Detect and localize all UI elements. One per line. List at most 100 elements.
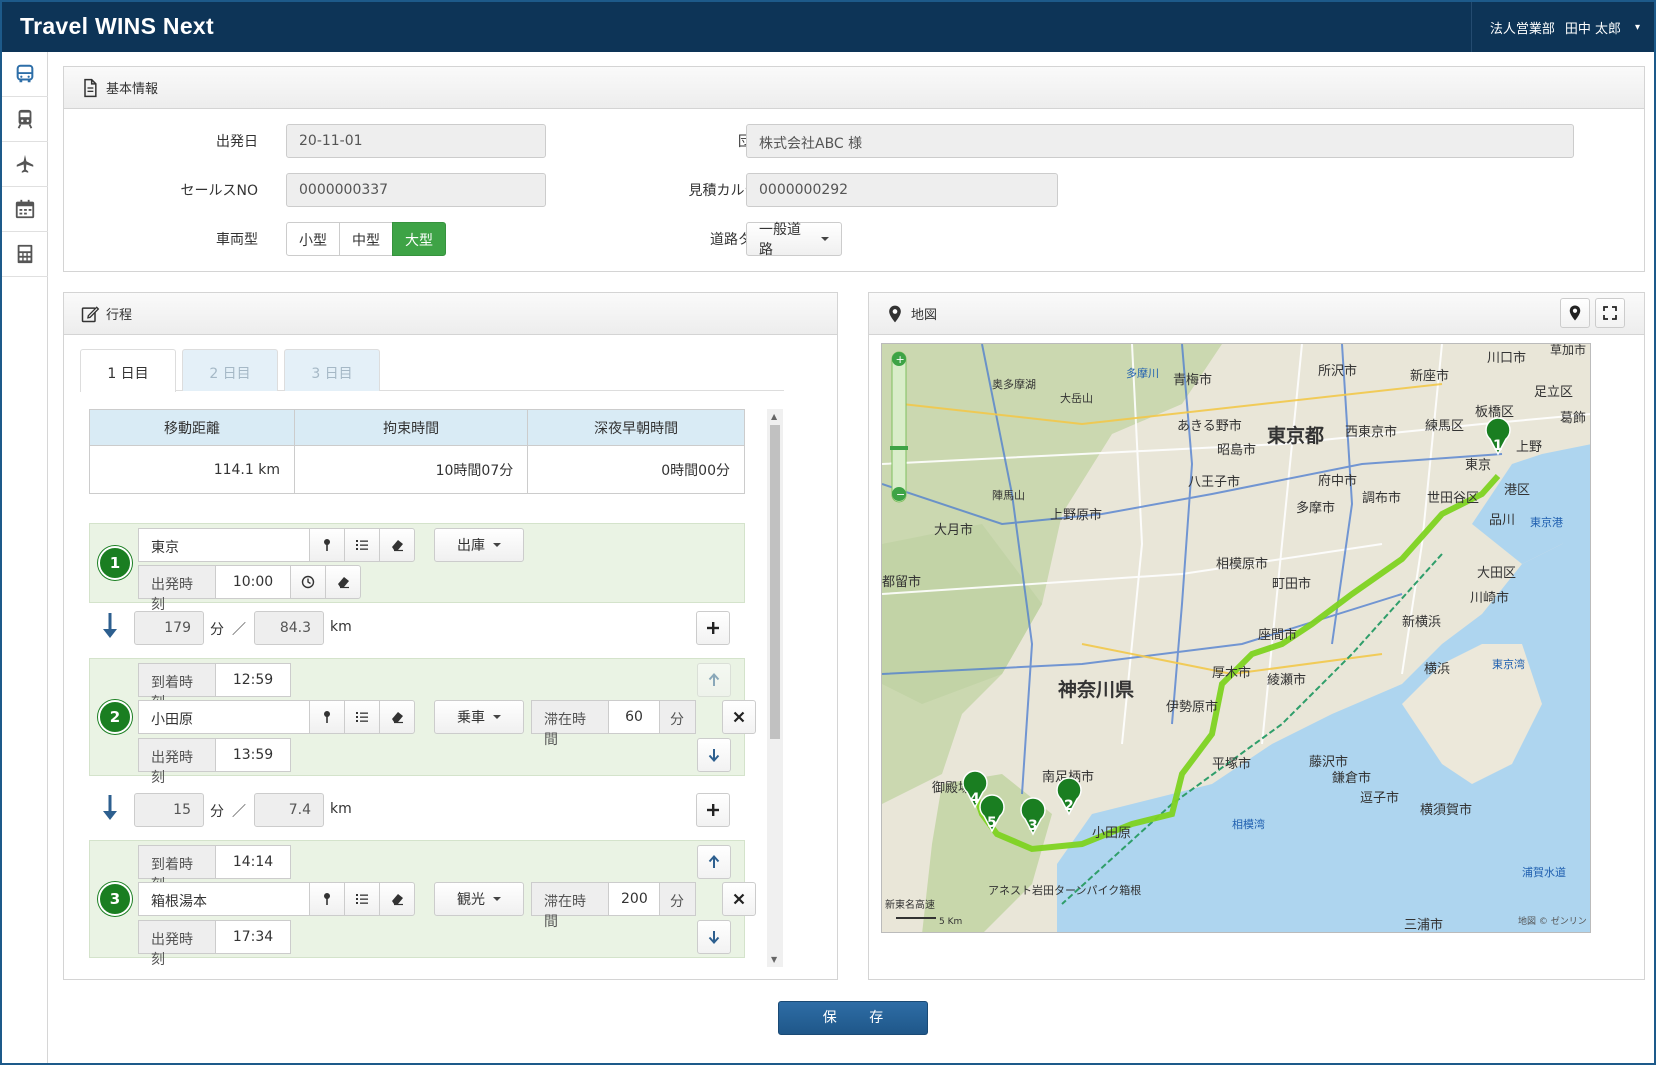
- pin-button[interactable]: [309, 700, 345, 734]
- separator: ／: [232, 804, 246, 820]
- map-label: 鎌倉市: [1332, 770, 1371, 786]
- scrollbar-thumb[interactable]: [770, 425, 780, 739]
- eraser-icon: [338, 577, 349, 589]
- list-icon: [356, 712, 368, 722]
- fullscreen-button[interactable]: [1595, 298, 1625, 328]
- tab-day-3[interactable]: 3 日目: [284, 349, 380, 391]
- bus-icon: [16, 64, 34, 83]
- arrival-time-input[interactable]: 12:59: [215, 663, 291, 697]
- move-down-button[interactable]: [697, 738, 731, 772]
- stop-place-input[interactable]: 箱根湯本: [138, 882, 310, 916]
- close-icon: [733, 893, 745, 905]
- svg-text:2: 2: [1064, 798, 1074, 814]
- group-name-field[interactable]: 株式会社ABC 様: [746, 124, 1574, 158]
- app-title: Travel WINS Next: [20, 13, 214, 39]
- save-button[interactable]: 保 存: [778, 1001, 928, 1035]
- map-label: 東京湾: [1492, 657, 1525, 671]
- estimate-no-field[interactable]: 0000000292: [746, 173, 1058, 207]
- map-header: 地図: [869, 293, 1644, 335]
- caret-down-icon: [821, 237, 829, 241]
- stop-type-value: 出庫: [457, 538, 485, 554]
- list-icon: [356, 894, 368, 904]
- summary-header-distance: 移動距離: [89, 409, 295, 446]
- map-label: 東京港: [1530, 515, 1563, 529]
- eraser-icon: [392, 540, 403, 552]
- map-canvas[interactable]: 川口市 草加市 所沢市 新座市 青梅市 多摩川 足立区 板橋区 練馬区 葛飾 あ…: [882, 344, 1591, 933]
- vehicle-small-button[interactable]: 小型: [286, 222, 340, 256]
- stop-type-dropdown[interactable]: 観光: [434, 882, 524, 916]
- locate-button[interactable]: [1560, 298, 1590, 328]
- tab-day-1[interactable]: 1 日目: [80, 349, 176, 392]
- tab-day-2[interactable]: 2 日目: [182, 349, 278, 391]
- svg-text:1: 1: [1493, 438, 1503, 454]
- map-label: 草加市: [1550, 344, 1586, 357]
- arrival-time-input[interactable]: 14:14: [215, 845, 291, 879]
- itinerary-scrollbar[interactable]: ▲ ▼: [767, 409, 783, 967]
- delete-stop-button[interactable]: [722, 882, 756, 916]
- leg-km-input[interactable]: 7.4: [254, 793, 324, 827]
- clock-button[interactable]: [290, 565, 326, 599]
- scroll-up-icon[interactable]: ▲: [771, 412, 777, 421]
- vehicle-medium-button[interactable]: 中型: [339, 222, 393, 256]
- day-tabs: 1 日目 2 日目 3 日目: [80, 349, 784, 392]
- sidebar-item-calendar[interactable]: [2, 187, 48, 232]
- vehicle-large-button[interactable]: 大型: [392, 222, 446, 256]
- sidebar-item-bus[interactable]: [2, 52, 48, 97]
- add-stop-button[interactable]: [696, 611, 730, 645]
- leg-km-input[interactable]: 84.3: [254, 611, 324, 645]
- minute-unit: 分: [210, 804, 224, 820]
- zoom-slider-handle[interactable]: [890, 446, 908, 450]
- map-label: 横浜: [1424, 662, 1450, 677]
- map-label: 足立区: [1534, 385, 1573, 400]
- zoom-control[interactable]: + −: [890, 351, 908, 503]
- departure-date-field[interactable]: 20-11-01: [286, 124, 546, 158]
- sidebar-item-calculator[interactable]: [2, 232, 48, 277]
- stop-type-dropdown[interactable]: 出庫: [434, 528, 524, 562]
- map-label: 都留市: [882, 574, 921, 590]
- route-map[interactable]: 川口市 草加市 所沢市 新座市 青梅市 多摩川 足立区 板橋区 練馬区 葛飾 あ…: [881, 343, 1591, 933]
- basic-info-panel: 基本情報 出発日 20-11-01 団体名 株式会社ABC 様 セールスNO 0…: [63, 66, 1645, 272]
- clear-button[interactable]: [379, 700, 415, 734]
- basic-info-header: 基本情報: [64, 67, 1644, 109]
- user-menu[interactable]: 法人営業部 田中 太郎 ▾: [1470, 2, 1654, 52]
- sidebar-item-flight[interactable]: [2, 142, 48, 187]
- map-marker-icon: [889, 305, 901, 322]
- clear-button[interactable]: [379, 882, 415, 916]
- pushpin-icon: [324, 893, 330, 905]
- sidebar-item-train[interactable]: [2, 97, 48, 142]
- scroll-down-icon[interactable]: ▼: [771, 955, 777, 964]
- leg-minutes-input[interactable]: 179: [134, 611, 204, 645]
- top-bar: Travel WINS Next 法人営業部 田中 太郎 ▾: [2, 2, 1654, 52]
- move-up-button[interactable]: [697, 663, 731, 697]
- leg-minutes-input[interactable]: 15: [134, 793, 204, 827]
- stop-place-input[interactable]: 東京: [138, 528, 310, 562]
- map-label: 5 Km: [939, 917, 962, 927]
- stop-place-input[interactable]: 小田原: [138, 700, 310, 734]
- list-button[interactable]: [344, 528, 380, 562]
- summary-duty-time-value: 10時間07分: [294, 445, 529, 494]
- list-button[interactable]: [344, 700, 380, 734]
- pin-button[interactable]: [309, 882, 345, 916]
- stay-time-input[interactable]: 200: [608, 882, 660, 916]
- delete-stop-button[interactable]: [722, 700, 756, 734]
- map-label: 昭島市: [1217, 442, 1256, 458]
- list-button[interactable]: [344, 882, 380, 916]
- add-stop-button[interactable]: [696, 793, 730, 827]
- clear-time-button[interactable]: [325, 565, 361, 599]
- departure-time-input[interactable]: 17:34: [215, 920, 291, 954]
- clear-button[interactable]: [379, 528, 415, 562]
- stay-time-input[interactable]: 60: [608, 700, 660, 734]
- road-type-dropdown[interactable]: 一般道路: [746, 222, 842, 258]
- pin-button[interactable]: [309, 528, 345, 562]
- move-up-button[interactable]: [697, 845, 731, 879]
- map-label: 大月市: [934, 522, 973, 538]
- map-marker-icon: [1569, 305, 1581, 321]
- svg-text:4: 4: [970, 791, 980, 807]
- stop-type-dropdown[interactable]: 乗車: [434, 700, 524, 734]
- departure-time-input[interactable]: 10:00: [215, 565, 291, 599]
- departure-time-input[interactable]: 13:59: [215, 738, 291, 772]
- sales-no-field[interactable]: 0000000337: [286, 173, 546, 207]
- map-label: 大岳山: [1060, 391, 1093, 405]
- svg-text:−: −: [896, 488, 905, 501]
- move-down-button[interactable]: [697, 920, 731, 954]
